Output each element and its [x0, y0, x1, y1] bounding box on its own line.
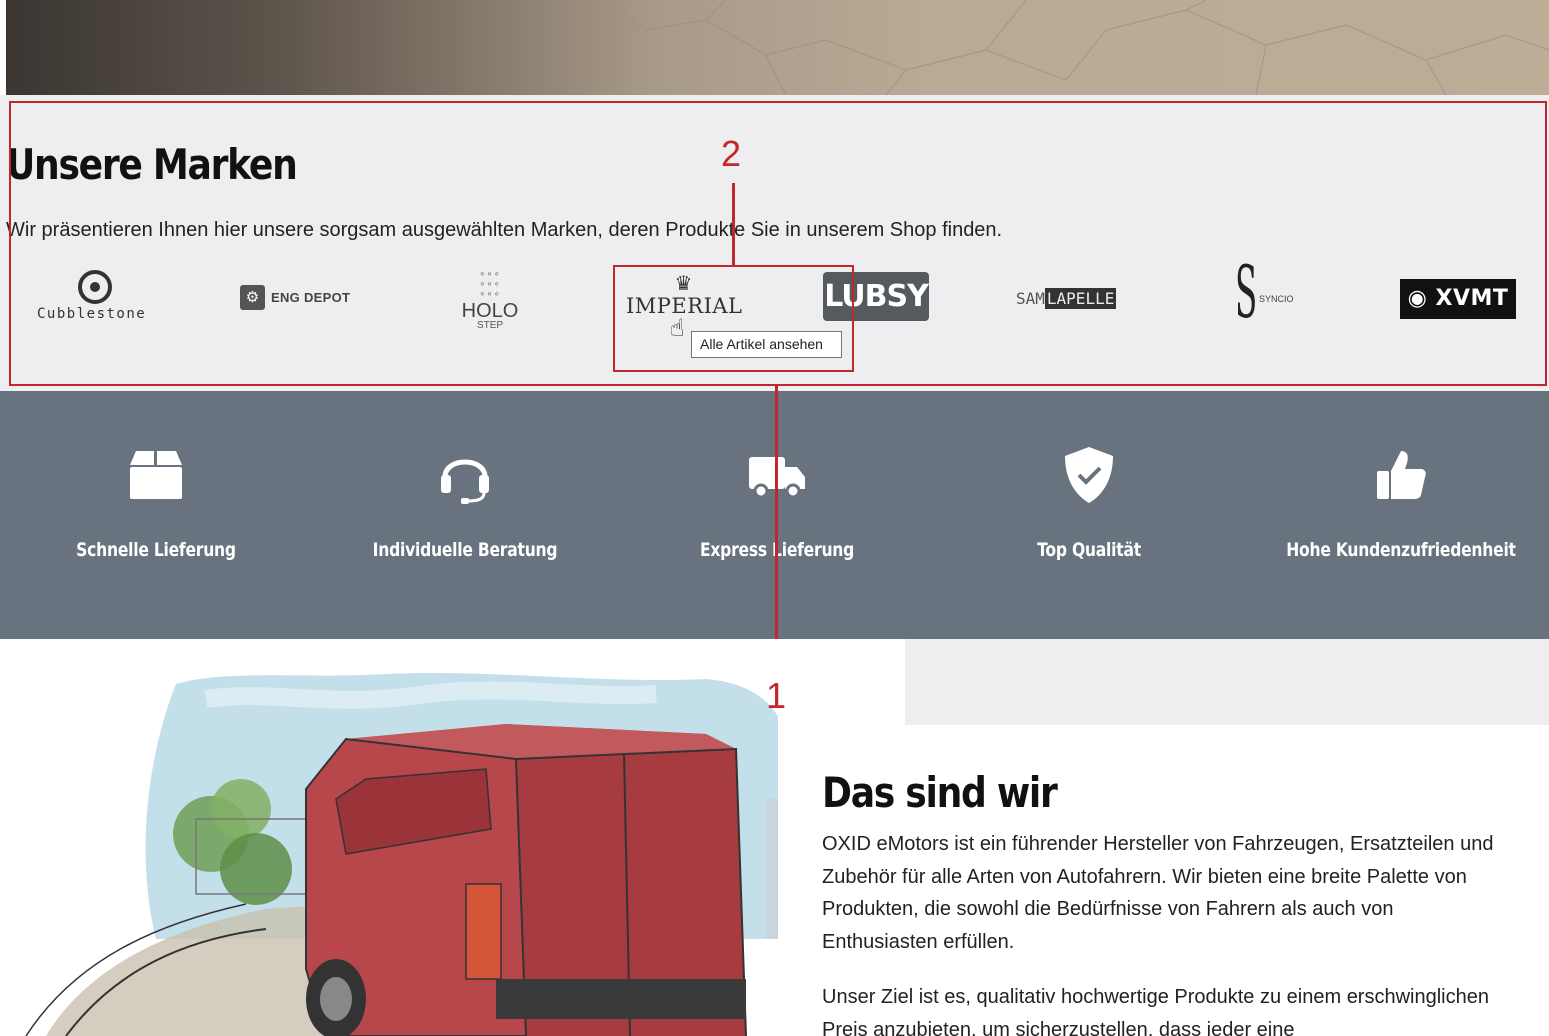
about-title: Das sind wir	[822, 768, 1058, 817]
feature-top-quality: Top Qualität	[933, 391, 1245, 639]
feature-label: Schnelle Lieferung	[76, 539, 236, 561]
annotation-label-1: 1	[766, 675, 787, 716]
hand-cursor-icon: ☝	[670, 314, 685, 342]
about-paragraph: OXID eMotors ist ein führender Herstelle…	[822, 833, 1494, 953]
feature-label: Top Qualität	[1037, 539, 1141, 561]
hero-banner-image	[6, 0, 1549, 95]
feature-fast-delivery: Schnelle Lieferung	[0, 391, 312, 639]
shield-check-icon	[1065, 447, 1113, 503]
feature-individual-advice: Individuelle Beratung	[309, 391, 621, 639]
page: Unsere Marken Wir präsentieren Ihnen hie…	[0, 0, 1549, 1036]
annotation-line-1-overlay	[775, 391, 778, 668]
box-icon	[130, 451, 182, 499]
annotation-line-2	[732, 183, 735, 266]
about-paragraph: Unser Ziel ist es, qualitativ hochwertig…	[822, 986, 1489, 1036]
feature-customer-satisfaction: Hohe Kundenzufriedenheit	[1245, 391, 1549, 639]
thumbs-up-icon	[1377, 451, 1426, 499]
feature-label: Hohe Kundenzufriedenheit	[1286, 539, 1516, 561]
tooltip: Alle Artikel ansehen	[691, 331, 842, 358]
about-background-block	[905, 639, 1549, 725]
feature-label: Individuelle Beratung	[372, 539, 558, 561]
van-illustration	[6, 639, 778, 1036]
headset-icon	[441, 459, 489, 504]
annotation-label-2: 2	[721, 133, 742, 174]
